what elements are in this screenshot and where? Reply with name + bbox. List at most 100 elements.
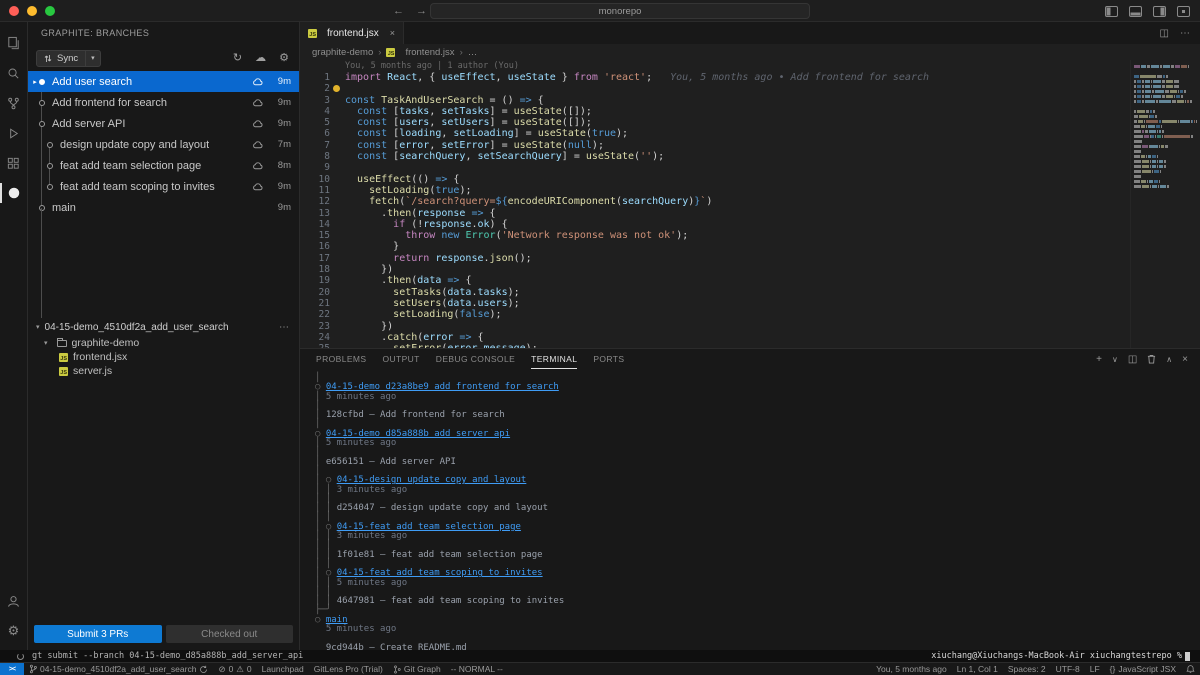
refresh-icon[interactable]: ↻ [233, 53, 242, 64]
panel-tab-output[interactable]: OUTPUT [382, 349, 419, 369]
code-token: ); [508, 287, 520, 298]
new-terminal-icon[interactable]: + [1096, 354, 1102, 365]
status-eol[interactable]: LF [1085, 663, 1105, 675]
terminal-line: │ e656151 – Add server API [315, 458, 1200, 467]
tree-item-folder[interactable]: ▾ graphite-demo [28, 336, 299, 350]
chevron-down-icon[interactable]: ▾ [86, 54, 100, 62]
branch-row[interactable]: design update copy and layout7m [28, 134, 299, 155]
status-vim-mode[interactable]: -- NORMAL -- [446, 663, 508, 675]
minimap-token [1159, 165, 1164, 168]
activity-accounts[interactable] [0, 586, 28, 616]
activity-explorer[interactable] [0, 28, 28, 58]
code-editor[interactable]: You, 5 months ago | 1 author (You) 1impo… [300, 60, 1200, 348]
status-indentation[interactable]: Spaces: 2 [1003, 663, 1051, 675]
minimap-token [1162, 120, 1177, 123]
tab-label: frontend.jsx [327, 28, 379, 39]
customize-layout-icon[interactable] [1177, 6, 1190, 17]
settings-icon[interactable]: ⚙ [279, 53, 289, 64]
status-cursor-position[interactable]: Ln 1, Col 1 [952, 663, 1003, 675]
breadcrumb-separator-icon: › [460, 47, 463, 58]
branch-row[interactable]: feat add team selection page8m [28, 155, 299, 176]
status-git-graph[interactable]: Git Graph [388, 663, 446, 675]
maximize-window-button[interactable] [45, 6, 55, 16]
minimize-window-button[interactable] [27, 6, 37, 16]
minimap-token [1151, 80, 1153, 83]
terminal-output[interactable]: │○ 04-15-demo_d23a8be9_add_frontend_for_… [300, 369, 1200, 650]
toggle-sidebar-icon[interactable] [1105, 6, 1118, 17]
code-token: { [447, 174, 459, 185]
terminal-line: │ │ 5 minutes ago [315, 579, 1200, 588]
status-notifications[interactable] [1181, 663, 1200, 675]
activity-graphite[interactable] [0, 178, 28, 208]
code-token: Error [465, 230, 495, 241]
status-blame[interactable]: You, 5 months ago [871, 663, 952, 675]
close-window-button[interactable] [9, 6, 19, 16]
panel-tab-debug-console[interactable]: DEBUG CONSOLE [436, 349, 515, 369]
more-actions-icon[interactable]: ⋯ [279, 322, 289, 333]
sync-button[interactable]: Sync ▾ [36, 50, 101, 67]
panel-tab-problems[interactable]: PROBLEMS [316, 349, 366, 369]
close-panel-icon[interactable]: × [1182, 354, 1188, 365]
minimap[interactable] [1130, 60, 1200, 348]
tree-item-file[interactable]: JS server.js [28, 364, 299, 378]
code-text: const [users, setUsers] = useState([]); [330, 117, 592, 128]
activity-search[interactable] [0, 58, 28, 88]
kill-terminal-icon[interactable] [1147, 354, 1156, 364]
minimap-token [1151, 85, 1153, 88]
command-center-search[interactable]: monorepo [430, 3, 810, 19]
split-editor-icon[interactable]: ◫ [1160, 28, 1169, 39]
split-terminal-icon[interactable]: ◫ [1128, 354, 1137, 365]
minimap-token [1134, 90, 1136, 93]
minimap-token [1184, 90, 1186, 93]
branch-row[interactable]: feat add team scoping to invites9m [28, 176, 299, 197]
status-problems[interactable]: ⊘ 0 ⚠ 0 [213, 663, 256, 675]
git-graph-icon [393, 665, 401, 674]
eol-label: LF [1090, 664, 1100, 674]
code-token: (! [405, 219, 423, 230]
forward-icon[interactable]: → [416, 5, 427, 17]
status-gitlens[interactable]: GitLens Pro (Trial) [309, 663, 388, 675]
status-branch[interactable]: 04-15-demo_4510df2a_add_user_search [24, 663, 213, 675]
panel-tab-ports[interactable]: PORTS [593, 349, 624, 369]
maximize-panel-icon[interactable]: ∧ [1166, 355, 1172, 364]
terminal-command-bar[interactable]: gt submit --branch 04-15-demo_d85a888b_a… [0, 650, 1200, 662]
status-language[interactable]: {} JavaScript JSX [1105, 663, 1181, 675]
tab-frontend-jsx[interactable]: JS frontend.jsx × [300, 22, 404, 44]
activity-extensions[interactable] [0, 148, 28, 178]
minimap-token [1142, 170, 1151, 173]
cloud-icon[interactable]: ☁ [255, 53, 266, 64]
toggle-secondary-sidebar-icon[interactable] [1153, 6, 1166, 17]
panel-tab-terminal[interactable]: TERMINAL [531, 349, 577, 369]
status-encoding[interactable]: UTF-8 [1051, 663, 1085, 675]
terminal-line: │ │ 3 minutes ago [315, 486, 1200, 495]
breadcrumb[interactable]: graphite-demo › JS frontend.jsx › … [300, 44, 1200, 60]
checked-out-button[interactable]: Checked out [166, 625, 294, 643]
stack-section-header[interactable]: ▾ 04-15-demo_4510df2a_add_user_search ⋯ [28, 318, 299, 336]
branch-row[interactable]: Add frontend for search9m [28, 92, 299, 113]
codelens-blame[interactable]: You, 5 months ago | 1 author (You) [300, 60, 1200, 72]
code-token: return [393, 253, 429, 264]
remote-indicator[interactable]: >< [0, 663, 24, 675]
tree-item-file[interactable]: JS frontend.jsx [28, 350, 299, 364]
minimap-token [1134, 140, 1142, 143]
more-actions-icon[interactable]: ⋯ [1180, 28, 1190, 39]
close-icon[interactable]: × [390, 28, 395, 38]
code-token: ok [477, 219, 489, 230]
toggle-panel-icon[interactable] [1129, 6, 1142, 17]
back-icon[interactable]: ← [393, 5, 404, 17]
branch-row[interactable]: Add server API9m [28, 113, 299, 134]
breadcrumb-more[interactable]: … [468, 47, 478, 58]
activity-settings[interactable]: ⚙ [0, 616, 28, 646]
line-number: 7 [300, 140, 330, 151]
activity-run-debug[interactable] [0, 118, 28, 148]
branch-row[interactable]: main9m [28, 197, 299, 218]
status-launchpad[interactable]: Launchpad [257, 663, 309, 675]
submit-prs-button[interactable]: Submit 3 PRs [34, 625, 162, 643]
activity-source-control[interactable] [0, 88, 28, 118]
branch-row[interactable]: ▸Add user search9m [28, 71, 299, 92]
terminal-dropdown-icon[interactable]: ∨ [1112, 355, 1118, 364]
breadcrumb-root[interactable]: graphite-demo [312, 47, 373, 58]
branch-label: feat add team scoping to invites [60, 181, 215, 193]
extensions-icon [6, 156, 21, 171]
breadcrumb-file[interactable]: frontend.jsx [405, 47, 454, 58]
